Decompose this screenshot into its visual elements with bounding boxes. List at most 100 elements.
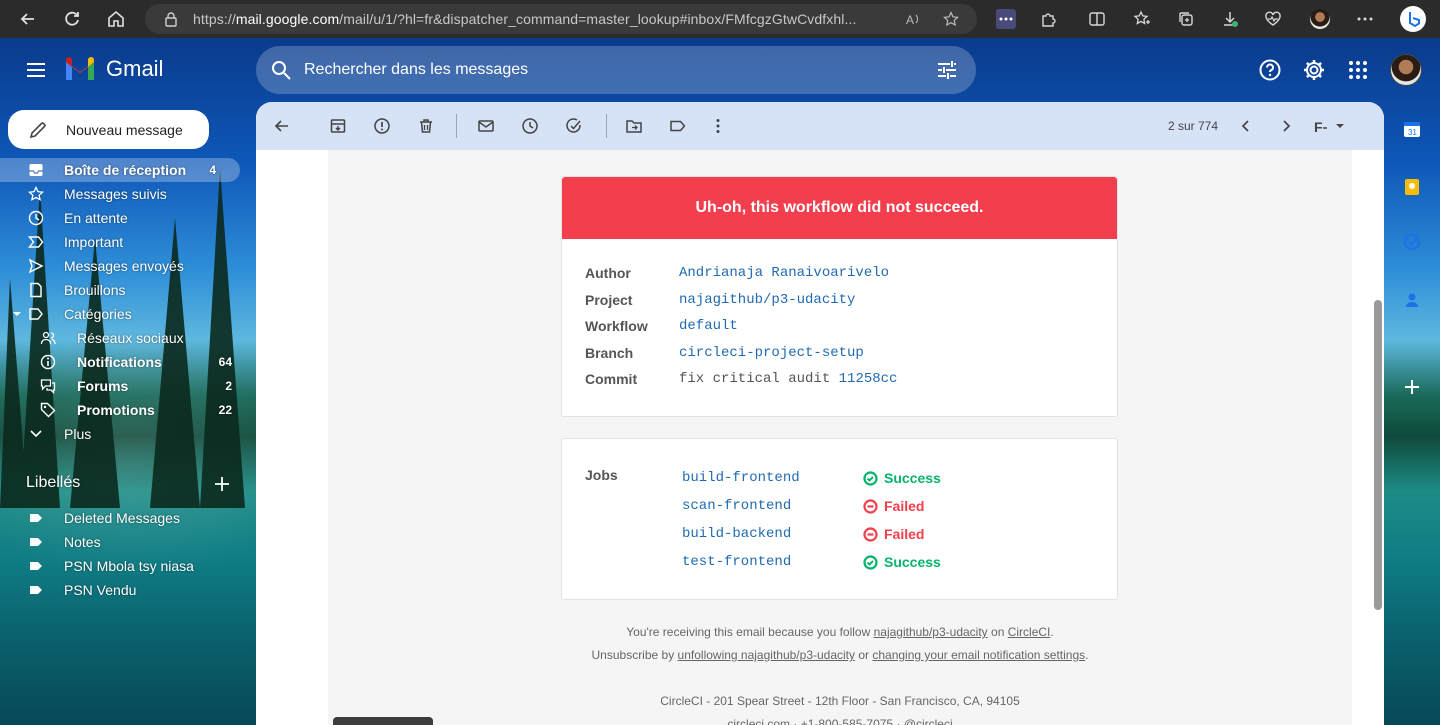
gmail-wordmark: Gmail [106,56,164,81]
sidebar-item-sent[interactable]: Messages envoyés [0,254,256,278]
labels-icon[interactable] [668,116,688,136]
bing-copilot-icon[interactable] [1400,6,1426,32]
footer-follow-line: You're receiving this email because you … [512,625,1168,639]
gmail-logo[interactable]: Gmail [64,56,163,82]
svg-text:31: 31 [1408,128,1417,137]
home-icon[interactable] [105,8,127,30]
workflow-link[interactable]: default [679,318,738,334]
back-arrow-icon[interactable] [17,8,39,30]
mark-unread-icon[interactable] [476,116,496,136]
input-tools-icon[interactable]: F [1312,116,1346,136]
delete-icon[interactable] [416,116,436,136]
detail-key: Commit [585,371,638,387]
report-spam-icon[interactable] [372,116,392,136]
sidebar-nav: Boîte de réception 4 Messages suivis En … [0,158,256,446]
label-icon [30,538,42,546]
apps-grid-icon[interactable] [1346,58,1370,82]
author-link[interactable]: Andrianaja Ranaivoarivelo [679,265,889,281]
more-options-icon[interactable] [1355,9,1375,29]
read-aloud-icon[interactable]: A [905,11,921,27]
search-icon[interactable] [270,59,292,81]
archive-icon[interactable] [328,116,348,136]
sidebar-item-social[interactable]: Réseaux sociaux [0,326,256,350]
label-item[interactable]: PSN Vendu [0,578,256,602]
branch-link[interactable]: circleci-project-setup [679,345,864,361]
back-to-inbox-icon[interactable] [272,116,292,136]
extension-dots-icon[interactable] [996,9,1016,29]
sidebar-item-label: Notifications [77,354,162,370]
snooze-icon[interactable] [520,116,540,136]
collections-icon[interactable] [1176,9,1196,29]
more-actions-icon[interactable] [708,116,728,136]
job-name-link[interactable]: build-frontend [682,470,800,486]
job-name-link[interactable]: test-frontend [682,554,791,570]
downloads-icon[interactable] [1220,9,1240,29]
toolbar-divider [456,114,457,138]
labels-heading: Libellés [26,474,81,491]
favorites-icon[interactable] [1132,9,1152,29]
sidebar-item-important[interactable]: Important [0,230,256,254]
sidebar-item-drafts[interactable]: Brouillons [0,278,256,302]
label-item[interactable]: PSN Mbola tsy niasa [0,554,256,578]
sidebar-item-starred[interactable]: Messages suivis [0,182,256,206]
sidebar-item-snoozed[interactable]: En attente [0,206,256,230]
gmail-m-icon [66,57,94,80]
label-item[interactable]: Notes [0,530,256,554]
search-options-icon[interactable] [936,59,958,81]
sidebar-item-label: Important [64,234,124,250]
unfollow-link[interactable]: unfollowing najagithub/p3-udacity [678,648,855,662]
help-icon[interactable] [1258,58,1282,82]
keep-icon[interactable] [1402,177,1422,197]
project-link[interactable]: najagithub/p3-udacity [679,292,855,308]
account-avatar[interactable] [1390,54,1422,86]
commit-value: fix critical audit 11258cc [679,371,897,387]
tasks-icon[interactable] [1402,232,1422,252]
chevron-down-icon [30,430,42,438]
job-name-link[interactable]: build-backend [682,526,791,542]
labels-list: Deleted Messages Notes PSN Mbola tsy nia… [0,506,256,602]
commit-message: fix critical audit [679,371,839,387]
favorite-star-icon[interactable] [943,11,959,27]
caret-down-icon[interactable] [12,309,22,319]
get-addons-icon[interactable] [1402,377,1422,397]
job-status: Success [884,554,941,570]
split-screen-icon[interactable] [1087,9,1107,29]
browser-profile-avatar[interactable] [1310,9,1330,29]
sidebar-item-inbox[interactable]: Boîte de réception 4 [0,158,240,182]
add-to-tasks-icon[interactable] [564,116,584,136]
extensions-puzzle-icon[interactable] [1039,9,1059,29]
label-icon [30,514,42,522]
star-icon [28,186,44,201]
main-menu-icon[interactable] [24,58,48,82]
settings-gear-icon[interactable] [1302,58,1326,82]
job-name-link[interactable]: scan-frontend [682,498,791,514]
notification-settings-link[interactable]: changing your email notification setting… [872,648,1085,662]
label-item[interactable]: Deleted Messages [0,506,256,530]
browser-essentials-icon[interactable] [1263,9,1283,29]
reload-icon[interactable] [61,8,83,30]
sidebar-item-notifications[interactable]: Notifications 64 [0,350,256,374]
add-label-icon[interactable] [212,474,232,494]
sidebar-item-more[interactable]: Plus [0,422,256,446]
commit-hash-link[interactable]: 11258cc [839,371,898,387]
contacts-icon[interactable] [1402,290,1422,310]
search-placeholder: Rechercher dans les messages [304,61,529,78]
move-to-icon[interactable] [624,116,644,136]
label-name: Notes [64,534,101,550]
circleci-link[interactable]: CircleCI [1008,625,1051,639]
scrollbar-thumb[interactable] [1374,300,1382,610]
sidebar-item-forums[interactable]: Forums 2 [0,374,256,398]
calendar-icon[interactable]: 31 [1402,119,1422,139]
search-bar[interactable]: Rechercher dans les messages [256,46,976,94]
address-bar[interactable]: https://mail.google.com/mail/u/1/?hl=fr&… [145,4,977,34]
project-follow-link[interactable]: najagithub/p3-udacity [874,625,988,639]
label-name: Deleted Messages [64,510,180,526]
job-row: test-frontend Success [682,554,1082,574]
footer-contact: circleci.com · +1-800-585-7075 · @circle… [727,717,953,725]
older-message-icon[interactable] [1276,116,1296,136]
newer-message-icon[interactable] [1236,116,1256,136]
bottom-overlay-tab[interactable] [333,717,433,725]
sidebar-item-categories[interactable]: Catégories [0,302,256,326]
sidebar-item-promotions[interactable]: Promotions 22 [0,398,256,422]
compose-button[interactable]: Nouveau message [8,110,209,149]
